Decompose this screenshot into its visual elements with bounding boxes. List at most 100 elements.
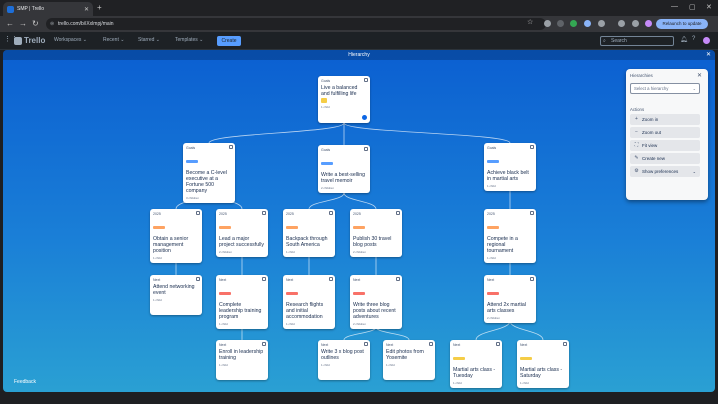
card-c3[interactable]: Goals Achieve black belt in martial arts 1… bbox=[484, 143, 536, 191]
card-title: Achieve black belt in martial arts bbox=[487, 170, 529, 182]
expand-icon[interactable] bbox=[396, 211, 400, 215]
hierarchies-panel: Hierarchies ✕ Select a hierarchy ⌄ Actio… bbox=[626, 69, 708, 200]
trello-logo[interactable]: Trello bbox=[14, 36, 45, 45]
card-e1[interactable]: Next Attend networking event 1 child bbox=[150, 275, 202, 315]
card-f5[interactable]: Next Martial arts class - Saturday 1 child bbox=[517, 340, 569, 388]
card-f1[interactable]: Next Enroll in leadership training 1 child bbox=[216, 340, 268, 380]
expand-icon[interactable] bbox=[396, 277, 400, 281]
expand-icon[interactable] bbox=[496, 342, 500, 346]
url-field[interactable]: ⊜ trello.com/b/iXxlmpj/main bbox=[46, 18, 546, 30]
card-title: Write a best-selling travel memoir bbox=[321, 172, 366, 184]
card-title: Martial arts class - Saturday bbox=[520, 367, 563, 379]
card-c2[interactable]: Goals Write a best-selling travel memoir 2… bbox=[318, 145, 370, 193]
card-e2[interactable]: Next Complete leadership training program… bbox=[216, 275, 268, 329]
expand-icon[interactable] bbox=[196, 211, 200, 215]
menu-recent[interactable]: Recent ⌄ bbox=[103, 37, 124, 43]
action-fit-view-button[interactable]: ⛶ Fit view bbox=[630, 140, 700, 151]
close-window-icon[interactable]: ✕ bbox=[706, 3, 712, 11]
expand-icon[interactable] bbox=[364, 342, 368, 346]
menu-starred[interactable]: Starred ⌄ bbox=[138, 37, 160, 43]
relaunch-to-update-button[interactable]: Relaunch to update bbox=[656, 19, 708, 29]
extension-icon[interactable] bbox=[557, 20, 564, 27]
expand-icon[interactable] bbox=[530, 277, 534, 281]
card-title: Attend 2x martial arts classes bbox=[487, 302, 526, 314]
card-d3[interactable]: 2025 Backpack through South America 1 chil… bbox=[283, 209, 335, 257]
expand-icon[interactable] bbox=[262, 342, 266, 346]
card-title: Compete in a regional tournament bbox=[487, 236, 518, 254]
action-zoom-out-button[interactable]: − Zoom out bbox=[630, 127, 700, 138]
extension-icon[interactable] bbox=[584, 20, 591, 27]
card-root[interactable]: Goals Live a balanced and fulfilling life… bbox=[318, 76, 370, 123]
expand-icon[interactable] bbox=[229, 145, 233, 149]
feedback-link[interactable]: Feedback bbox=[14, 379, 36, 385]
notifications-icon[interactable]: 🔔︎ bbox=[680, 36, 688, 43]
hierarchy-select[interactable]: Select a hierarchy ⌄ bbox=[630, 83, 700, 94]
card-f4[interactable]: Next Martial arts class - Tuesday 1 child bbox=[450, 340, 502, 388]
extension-icon[interactable] bbox=[570, 20, 577, 27]
card-title: Complete leadership training program bbox=[219, 302, 262, 320]
card-e3[interactable]: Next Research flights and initial accommo… bbox=[283, 275, 335, 329]
close-tab-icon[interactable]: ✕ bbox=[84, 6, 89, 13]
expand-icon[interactable] bbox=[329, 211, 333, 215]
card-d1[interactable]: 2025 Obtain a senior management position 1… bbox=[150, 209, 202, 263]
extension-icon[interactable] bbox=[544, 20, 551, 27]
board-canvas[interactable]: Hierarchy ✕ Goals Live a balanced and ful… bbox=[3, 50, 715, 392]
maximize-icon[interactable]: ▢ bbox=[689, 3, 696, 11]
search-input[interactable]: ⌕ Search bbox=[600, 36, 674, 46]
profile-avatar-icon[interactable] bbox=[645, 20, 652, 27]
card-e4[interactable]: Next Write three blog posts about recent … bbox=[350, 275, 402, 329]
expand-icon[interactable] bbox=[364, 147, 368, 151]
action-create-new-button[interactable]: ✎ Create new bbox=[630, 153, 700, 164]
card-f2[interactable]: Next Write 3 x blog post outlines 1 child bbox=[318, 340, 370, 380]
reload-icon[interactable]: ↻ bbox=[32, 19, 39, 28]
card-children-count: 2 children bbox=[321, 186, 335, 190]
create-button[interactable]: Create bbox=[217, 36, 241, 46]
browser-address-bar: ← → ↻ ⊜ trello.com/b/iXxlmpj/main ☆ bbox=[0, 16, 718, 32]
site-info-icon[interactable]: ⊜ bbox=[50, 18, 54, 30]
close-icon[interactable]: ✕ bbox=[697, 72, 702, 79]
card-title: Backpack through South America bbox=[286, 236, 328, 248]
expand-icon[interactable] bbox=[329, 277, 333, 281]
new-tab-icon[interactable]: + bbox=[97, 3, 102, 12]
menu-templates[interactable]: Templates ⌄ bbox=[175, 37, 203, 43]
avatar[interactable] bbox=[703, 37, 710, 44]
expand-icon[interactable] bbox=[563, 342, 567, 346]
action-show-preferences-button[interactable]: ⚙ Show preferences ⌄ bbox=[630, 166, 700, 177]
card-d4[interactable]: 2025 Publish 30 travel blog posts 2 childr… bbox=[350, 209, 402, 257]
side-panel-icon[interactable] bbox=[632, 20, 639, 27]
expand-icon[interactable] bbox=[262, 211, 266, 215]
help-icon[interactable]: ? bbox=[692, 36, 699, 43]
card-d5[interactable]: 2025 Compete in a regional tournament 1 ch… bbox=[484, 209, 536, 263]
browser-tab[interactable]: SMP | Trello ✕ bbox=[3, 2, 93, 16]
menu-workspaces[interactable]: Workspaces ⌄ bbox=[54, 37, 87, 43]
card-title: Martial arts class - Tuesday bbox=[453, 367, 496, 379]
card-title: Obtain a senior management position bbox=[153, 236, 189, 254]
card-label bbox=[353, 292, 365, 295]
expand-icon[interactable] bbox=[364, 78, 368, 82]
card-list-name: Next bbox=[219, 278, 227, 282]
card-d2[interactable]: 2025 Lead a major project successfully 2 c… bbox=[216, 209, 268, 257]
minimize-icon[interactable]: — bbox=[671, 3, 678, 10]
expand-icon[interactable] bbox=[429, 342, 433, 346]
expand-icon[interactable] bbox=[196, 277, 200, 281]
trello-favicon-icon bbox=[7, 5, 14, 13]
trello-header: ⋮⋮ Trello Workspaces ⌄ Recent ⌄ Starred … bbox=[0, 32, 718, 50]
member-avatar[interactable] bbox=[362, 115, 367, 120]
card-children-count: 2 children bbox=[219, 250, 233, 254]
card-c1[interactable]: Goals Become a C-level executive at a For… bbox=[183, 143, 235, 203]
extension-icon[interactable] bbox=[598, 20, 605, 27]
action-zoom-in-button[interactable]: + Zoom in bbox=[630, 114, 700, 125]
expand-icon[interactable] bbox=[530, 145, 534, 149]
forward-icon[interactable]: → bbox=[19, 19, 27, 28]
back-icon[interactable]: ← bbox=[6, 19, 14, 28]
card-label bbox=[487, 160, 499, 163]
card-f3[interactable]: Next Edit photos from Yosemite 1 child bbox=[383, 340, 435, 380]
expand-icon[interactable] bbox=[262, 277, 266, 281]
connector-c2-d4 bbox=[343, 192, 377, 210]
bookmark-star-icon[interactable]: ☆ bbox=[527, 18, 534, 26]
card-e5[interactable]: Next Attend 2x martial arts classes 2 chil… bbox=[484, 275, 536, 323]
downloads-icon[interactable] bbox=[618, 20, 625, 27]
expand-icon[interactable] bbox=[530, 211, 534, 215]
card-children-count: 1 child bbox=[487, 184, 496, 188]
action-icon: ⚙ bbox=[634, 168, 639, 174]
